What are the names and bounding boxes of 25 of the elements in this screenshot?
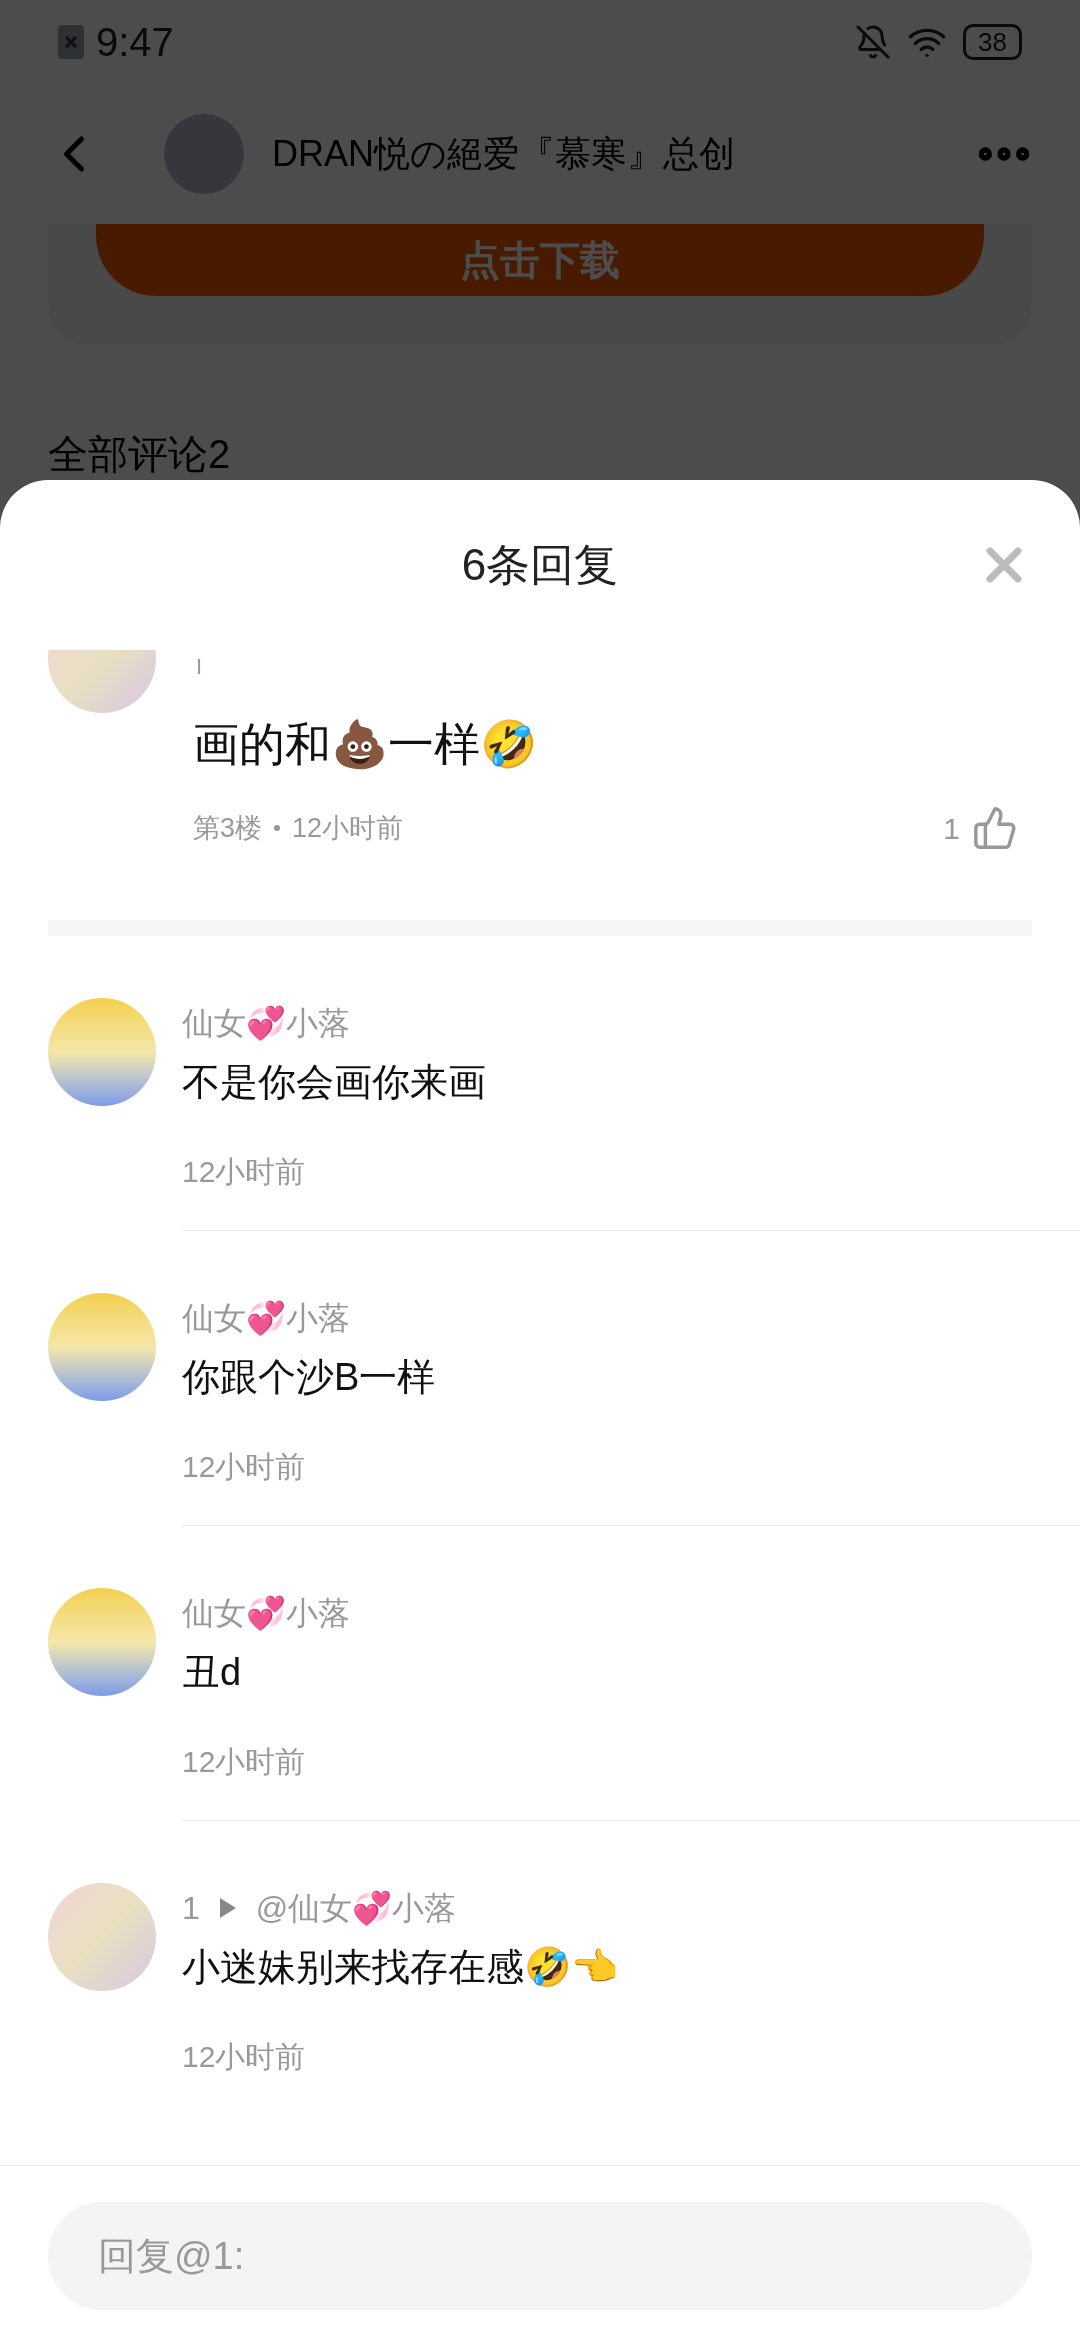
reply-input[interactable]: 回复@1: [48,2202,1032,2310]
comment-text: 小迷妹别来找存在感🤣👈 [182,1945,619,1990]
header-title: DRAN悦の絕爱『慕寒』总创 [272,132,735,176]
floor-label: 第3楼 [193,811,263,845]
username: 1 [182,1889,200,1928]
timestamp: 12小时前 [182,2039,307,2075]
clock: 9:47 [96,19,174,66]
username: 仙女💞小落 [182,1004,350,1043]
like-icon[interactable] [972,805,1018,851]
timestamp: 12小时前 [182,1449,307,1485]
comments-heading: 全部评论2 [48,432,231,476]
timestamp: 12小时前 [182,1744,307,1780]
comment-text: 不是你会画你来画 [182,1060,487,1105]
comment-text: 你跟个沙B一样 [182,1355,437,1400]
sheet-title: 6条回复 [461,539,619,591]
timestamp: 12小时前 [292,811,404,845]
comment-text: 丑d [182,1650,243,1695]
play-icon [219,1898,236,1918]
username: 仙女💞小落 [182,1594,350,1633]
timestamp: 12小时前 [182,1154,307,1190]
like-count: 1 [943,810,960,847]
username: I [196,653,203,681]
mention: @仙女💞小落 [255,1889,457,1928]
username: 仙女💞小落 [182,1299,350,1338]
comment-text: 画的和💩一样🤣 [193,717,537,772]
